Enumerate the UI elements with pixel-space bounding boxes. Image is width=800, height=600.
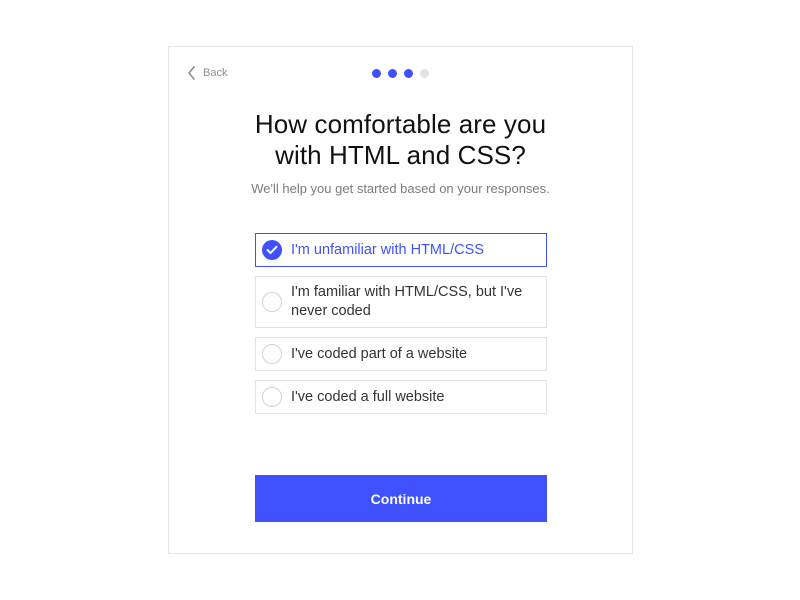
onboarding-card: Back How comfortable are you with HTML a… (168, 46, 633, 554)
progress-dot-active (388, 69, 397, 78)
progress-dot-active (372, 69, 381, 78)
option-label: I'm unfamiliar with HTML/CSS (291, 241, 484, 258)
page-subtitle: We'll help you get started based on your… (251, 181, 550, 196)
progress-dot-active (404, 69, 413, 78)
title-line-1: How comfortable are you (254, 109, 547, 139)
radio-button[interactable] (262, 292, 282, 312)
checkmark-icon (266, 245, 278, 254)
continue-button[interactable]: Continue (255, 475, 547, 522)
back-button[interactable]: Back (187, 66, 227, 80)
radio-button[interactable] (262, 387, 282, 407)
title-line-2: with HTML and CSS? (275, 140, 526, 170)
options-list: I'm unfamiliar with HTML/CSS I'm familia… (255, 233, 547, 423)
chevron-left-icon (188, 66, 195, 80)
option-coded-full[interactable]: I've coded a full website (255, 380, 547, 414)
option-unfamiliar[interactable]: I'm unfamiliar with HTML/CSS (255, 233, 547, 267)
option-familiar-never-coded[interactable]: I'm familiar with HTML/CSS, but I've nev… (255, 276, 547, 328)
option-label: I've coded part of a website (291, 345, 468, 362)
option-coded-part[interactable]: I've coded part of a website (255, 337, 547, 371)
page-title: How comfortable are you with HTML and CS… (169, 109, 632, 171)
option-label: I've coded a full website (291, 388, 445, 405)
back-label: Back (203, 67, 228, 79)
progress-dot-inactive (420, 69, 429, 78)
progress-dots (372, 69, 429, 78)
radio-button[interactable] (262, 240, 282, 260)
option-label: I'm familiar with HTML/CSS, but I've nev… (291, 284, 523, 319)
radio-button[interactable] (262, 344, 282, 364)
